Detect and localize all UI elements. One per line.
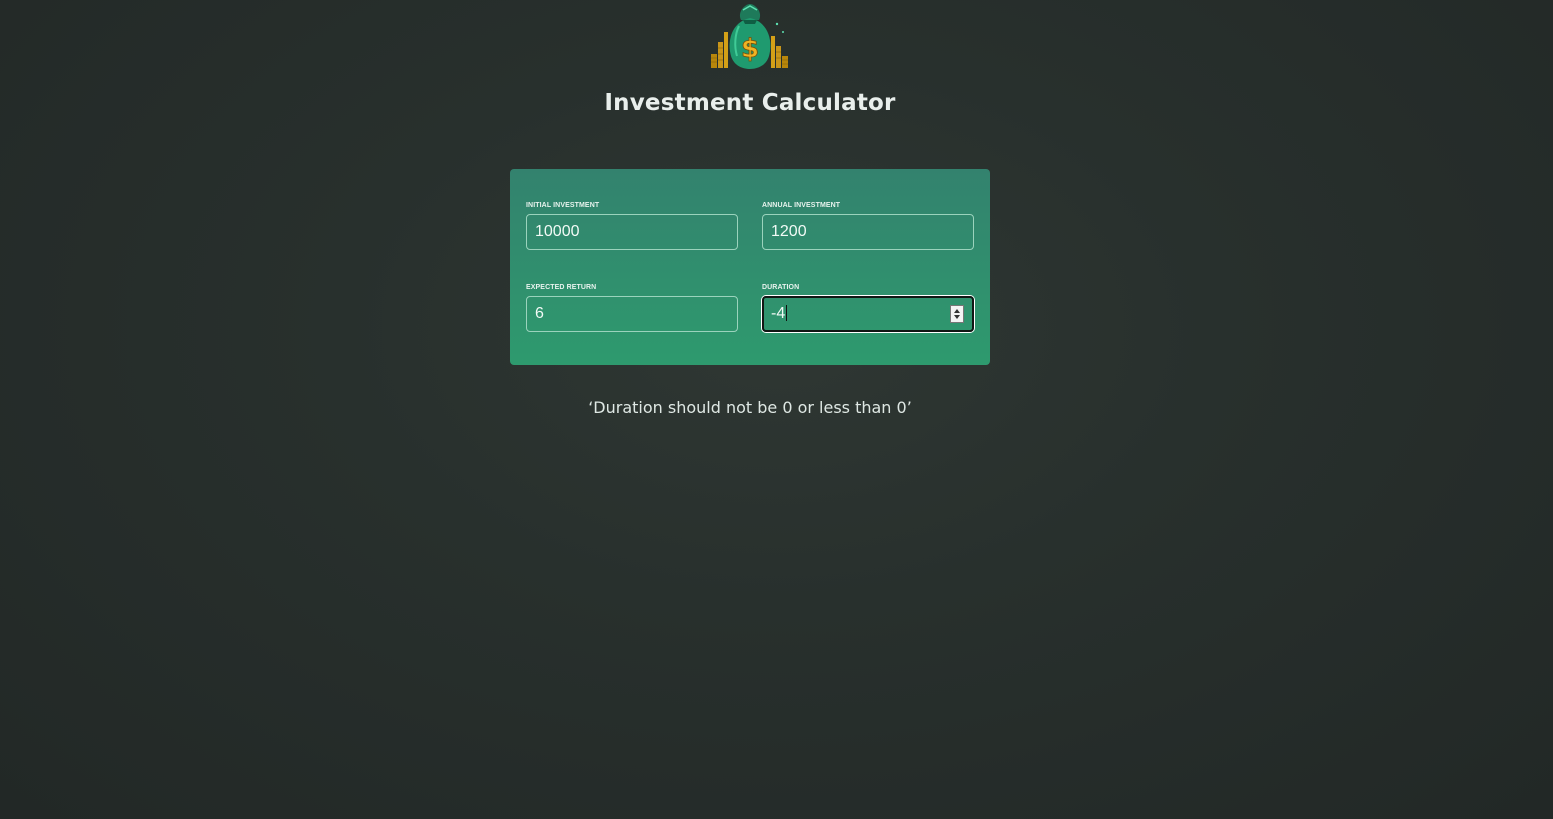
- duration-input[interactable]: -4: [762, 296, 974, 332]
- expected-return-field: Expected Return 6: [526, 283, 738, 332]
- initial-investment-value: 10000: [535, 223, 580, 240]
- initial-investment-label: Initial Investment: [526, 202, 600, 209]
- duration-field: Duration -4: [762, 283, 974, 332]
- expected-return-value: 6: [535, 305, 544, 322]
- text-caret: [786, 304, 788, 321]
- initial-investment-input[interactable]: 10000: [526, 214, 738, 250]
- annual-investment-label: Annual Investment: [762, 202, 841, 209]
- annual-investment-field: Annual Investment 1200: [762, 201, 974, 250]
- page-title: Investment Calculator: [604, 90, 896, 116]
- duration-value: -4: [771, 305, 786, 322]
- annual-investment-value: 1200: [771, 223, 807, 240]
- validation-error-message: ‘Duration should not be 0 or less than 0…: [588, 398, 912, 417]
- expected-return-label: Expected Return: [526, 284, 597, 291]
- number-spinner[interactable]: [950, 305, 964, 323]
- spinner-down-icon[interactable]: [954, 315, 960, 319]
- spinner-up-icon[interactable]: [954, 309, 960, 313]
- annual-investment-input[interactable]: 1200: [762, 214, 974, 250]
- money-bag-icon: $: [709, 2, 791, 70]
- initial-investment-field: Initial Investment 10000: [526, 201, 738, 250]
- svg-text:$: $: [741, 34, 759, 64]
- duration-label: Duration: [762, 284, 800, 291]
- user-input-card: Initial Investment 10000 Annual Investme…: [510, 169, 990, 365]
- expected-return-input[interactable]: 6: [526, 296, 738, 332]
